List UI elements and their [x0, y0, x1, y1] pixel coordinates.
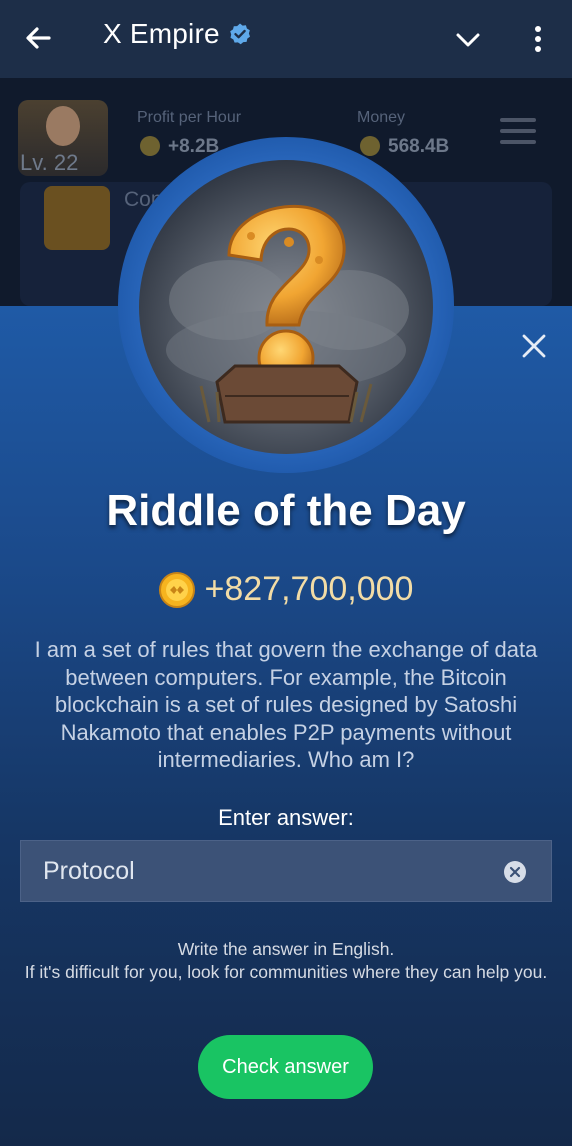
menu-icon [500, 118, 536, 146]
more-button[interactable] [522, 20, 554, 58]
hint-line: Write the answer in English. [177, 939, 395, 959]
close-button[interactable] [516, 328, 552, 364]
coin-icon [360, 136, 380, 156]
profit-label: Profit per Hour [137, 109, 242, 126]
reward-amount: +827,700,000 [204, 570, 414, 608]
top-bar: X Empire [0, 0, 572, 78]
level-label: Lv. 22 [20, 150, 79, 175]
riddle-text: I am a set of rules that govern the exch… [34, 637, 538, 772]
back-button[interactable] [20, 20, 56, 56]
answer-field-container [20, 840, 552, 902]
clear-input-icon[interactable] [503, 860, 527, 884]
app-root: X Empire Lv. 22 Profit per Hour +8.2B Mo… [0, 0, 572, 1146]
arrow-left-icon [26, 27, 51, 49]
expand-button[interactable] [450, 22, 486, 58]
safe-icon [44, 186, 110, 250]
hint-text: Write the answer in English. If it's dif… [20, 938, 552, 984]
answer-input[interactable] [43, 841, 483, 901]
coin-icon [140, 136, 160, 156]
answer-label: Enter answer: [218, 805, 354, 830]
verified-badge-icon [229, 23, 250, 45]
more-vertical-icon [535, 26, 541, 52]
riddle-illustration [139, 160, 433, 454]
reward: +827,700,000 [0, 570, 572, 609]
close-icon [522, 334, 546, 358]
question-mark-icon [166, 204, 409, 424]
chevron-down-icon [456, 33, 480, 47]
riddle-title: Riddle of the Day [106, 486, 466, 535]
app-title: X Empire [103, 18, 220, 49]
hint-line: If it's difficult for you, look for comm… [24, 962, 548, 982]
title-group: X Empire [103, 18, 252, 50]
money-value: 568.4B [388, 136, 450, 157]
check-answer-button[interactable]: Check answer [198, 1035, 373, 1099]
money-label: Money [357, 109, 406, 126]
coin-icon [158, 571, 195, 608]
